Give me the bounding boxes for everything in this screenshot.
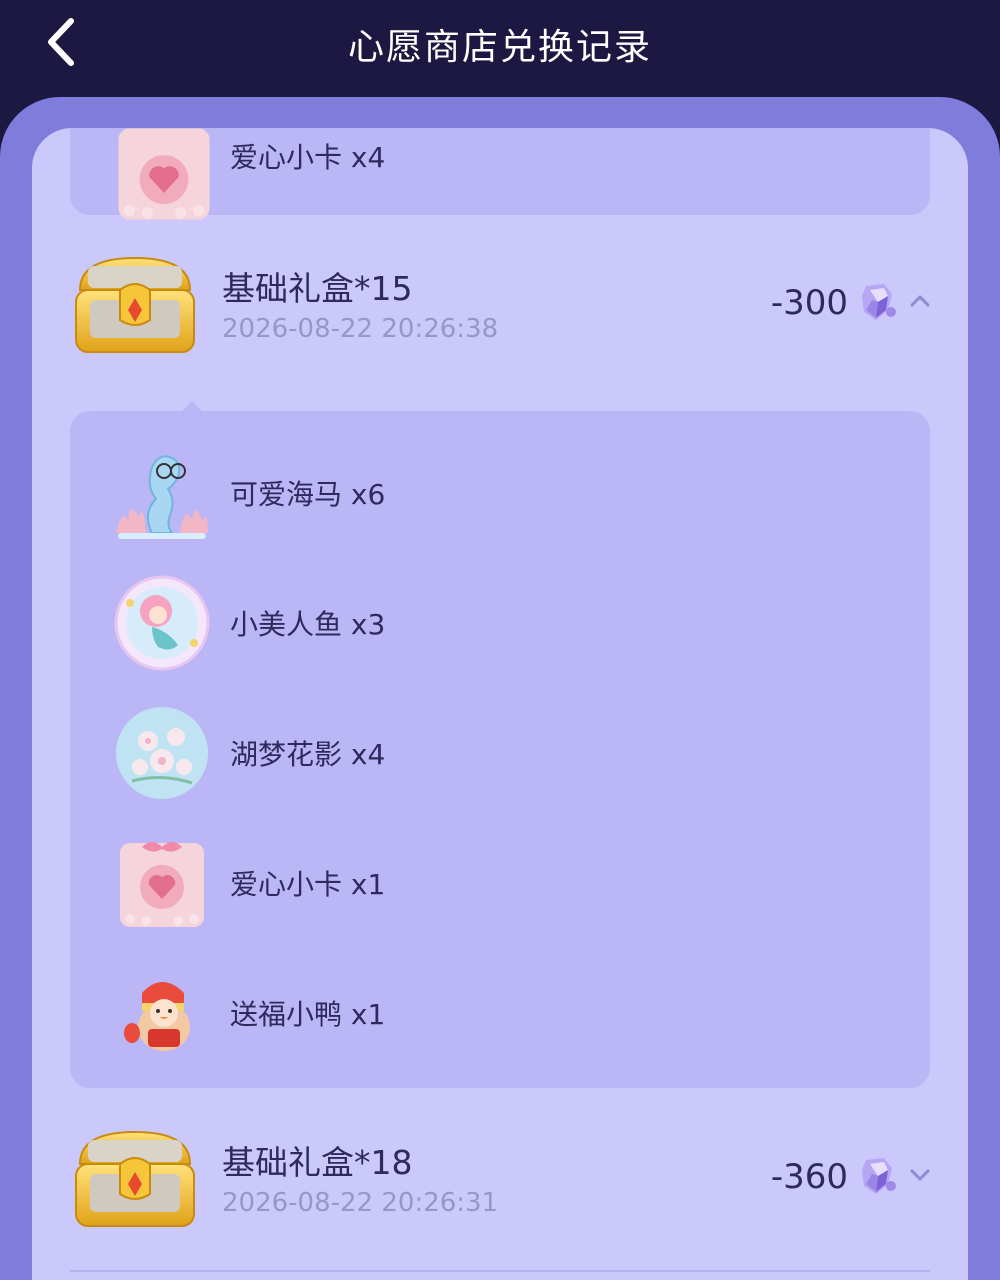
list-item: 爱心小卡 x1: [70, 823, 930, 933]
record-title: 基础礼盒*18: [222, 1143, 413, 1182]
record-time: 2026-08-22 20:26:31: [222, 1188, 499, 1218]
seahorse-icon: [116, 455, 208, 539]
list-item: 小美人鱼 x3: [70, 563, 930, 673]
record-time: 2026-08-22 20:26:38: [222, 314, 499, 344]
list-item: 送福小鸭 x1: [70, 953, 930, 1063]
record-row[interactable]: 基础礼盒*18 2026-08-22 20:26:31 -360: [32, 1124, 968, 1244]
crystal-currency-icon: [862, 1158, 896, 1194]
record-list: 爱心小卡 x4 基础礼盒*15 2026-08-22 20:26:38 -300: [32, 128, 968, 1280]
record-cost: -360: [770, 1157, 848, 1197]
detail-pointer: [180, 401, 204, 413]
item-name: 可爱海马 x6: [230, 478, 386, 511]
item-name: 小美人鱼 x3: [230, 608, 386, 641]
divider: [70, 1270, 930, 1272]
list-item: 可爱海马 x6: [70, 433, 930, 543]
lucky-duck-icon: [124, 982, 190, 1051]
flower-bubble-icon: [116, 707, 208, 799]
heart-card-icon: [120, 842, 204, 927]
record-cost: -300: [770, 283, 848, 323]
treasure-chest-icon: [75, 256, 195, 353]
mermaid-icon: [114, 575, 210, 671]
top-bar: 心愿商店兑换记录: [0, 0, 1000, 100]
record-title: 基础礼盒*15: [222, 269, 413, 308]
item-name: 爱心小卡 x4: [230, 141, 386, 174]
crystal-currency-icon: [862, 284, 896, 320]
list-item: 爱心小卡 x4: [70, 128, 930, 220]
record-row[interactable]: 基础礼盒*15 2026-08-22 20:26:38 -300: [32, 250, 968, 370]
list-item: 湖梦花影 x4: [70, 693, 930, 803]
heart-card-icon: [118, 128, 210, 220]
item-name: 湖梦花影 x4: [230, 738, 386, 771]
chevron-up-icon[interactable]: [908, 286, 932, 316]
item-name: 送福小鸭 x1: [230, 998, 386, 1031]
page-title: 心愿商店兑换记录: [347, 27, 652, 68]
item-name: 爱心小卡 x1: [230, 868, 386, 901]
treasure-chest-icon: [75, 1130, 195, 1227]
previous-record-detail: 爱心小卡 x4: [70, 128, 930, 220]
chevron-down-icon[interactable]: [908, 1160, 932, 1190]
record-detail-panel: 可爱海马 x6 小美人鱼 x3 湖梦花影 x4 爱心小卡 x1 送福小鸭 x1: [70, 401, 930, 1088]
